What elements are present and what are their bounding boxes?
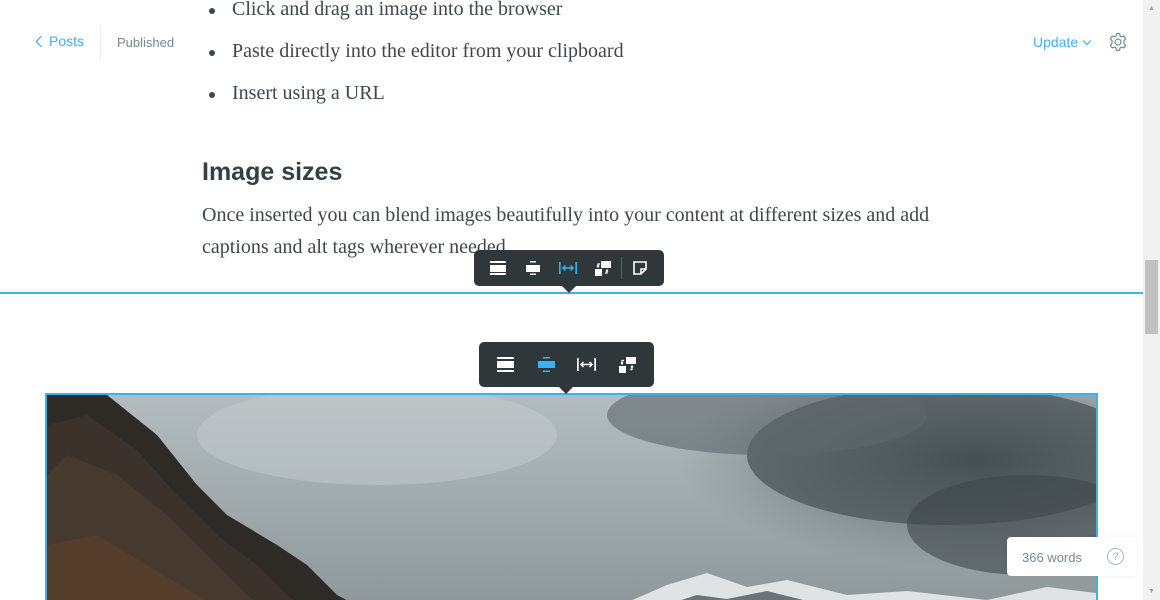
image-width-wide-icon [525,261,540,275]
word-count-panel: 366 words ? [1007,537,1137,576]
header-divider [100,26,101,60]
word-count: 366 words [1022,550,1082,565]
image-width-regular-button[interactable] [485,342,526,387]
scroll-up-arrow-icon[interactable]: ▲ [1143,0,1160,17]
toolbar-separator [621,257,622,279]
editor-header: Posts Published Update [0,0,1143,86]
chevron-down-icon [1082,39,1092,45]
back-link-label: Posts [49,33,85,49]
image-toolbar [474,250,664,293]
image-card-toolbar [479,342,654,394]
image-width-wide-icon [537,357,555,372]
image-width-regular-icon [489,261,506,275]
snippet-button[interactable] [623,250,658,286]
settings-button[interactable] [1108,32,1128,52]
replace-image-icon [619,356,637,373]
image-width-full-icon [558,262,577,274]
question-mark-icon: ? [1112,550,1119,563]
mountain-landscape-image [47,395,1096,600]
scroll-thumb[interactable] [1145,260,1158,334]
back-to-posts-link[interactable]: Posts [35,33,84,49]
replace-image-icon [594,260,611,276]
image-width-full-button[interactable] [550,250,585,286]
image-width-wide-button[interactable] [526,342,567,387]
image-width-regular-icon [496,357,514,372]
post-status: Published [117,35,175,50]
update-button[interactable]: Update [1033,34,1092,50]
chevron-left-icon [35,35,42,47]
image-width-full-button[interactable] [567,342,608,387]
help-button[interactable]: ? [1107,548,1124,565]
update-button-label: Update [1033,34,1079,50]
replace-image-button[interactable] [585,250,620,286]
vertical-scrollbar[interactable]: ▲ ▼ [1143,0,1160,600]
image-card[interactable] [45,393,1098,600]
image-width-wide-button[interactable] [515,250,550,286]
gear-icon [1109,32,1127,52]
image-width-regular-button[interactable] [480,250,515,286]
scroll-down-arrow-icon[interactable]: ▼ [1143,583,1160,600]
replace-image-button[interactable] [607,342,648,387]
image-width-full-icon [577,358,597,371]
snippet-icon [633,261,648,275]
section-heading: Image sizes [202,158,343,186]
